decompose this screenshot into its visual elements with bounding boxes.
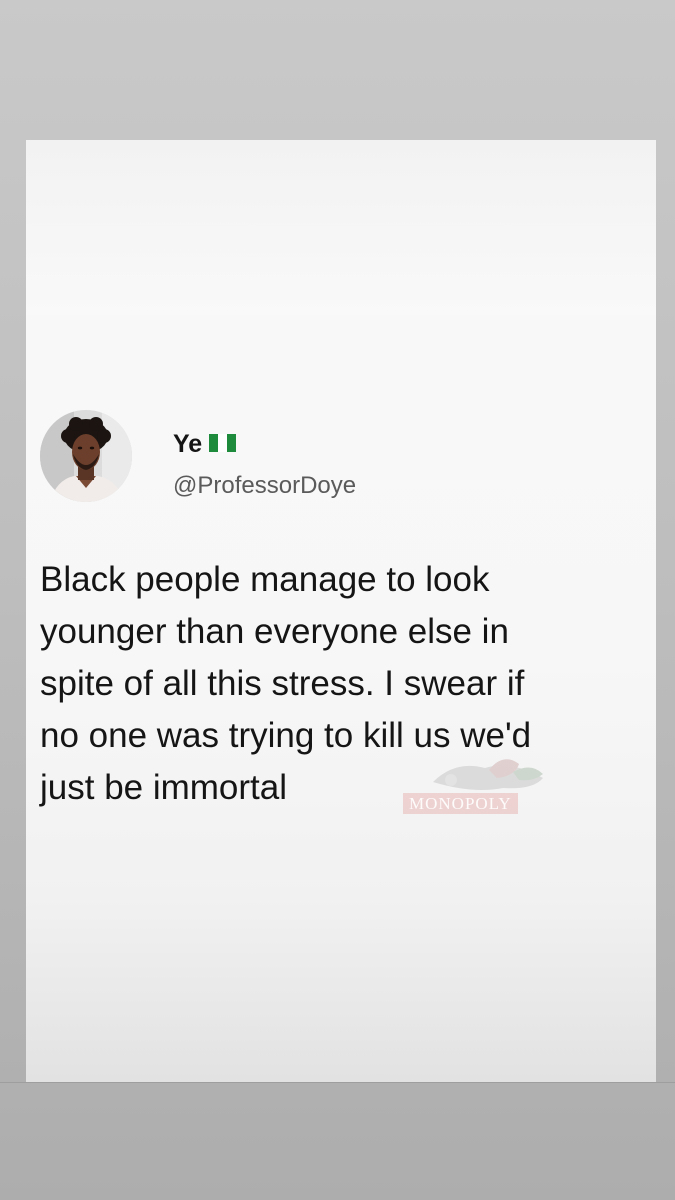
nigeria-flag-icon bbox=[209, 433, 237, 457]
tweet-text-line: spite of all this stress. I swear if bbox=[40, 664, 525, 703]
avatar[interactable] bbox=[40, 410, 132, 502]
tweet-text-line: Black people manage to look bbox=[40, 560, 490, 599]
tweet-text-line: younger than everyone else in bbox=[40, 612, 509, 651]
monopoly-watermark: MONOPOLY bbox=[403, 793, 518, 814]
card-top-band bbox=[26, 140, 656, 315]
display-name[interactable]: Ye bbox=[173, 430, 202, 459]
story-bottom-divider bbox=[0, 1082, 675, 1083]
display-name-row[interactable]: Ye bbox=[173, 427, 237, 461]
user-handle[interactable]: @ProfessorDoye bbox=[173, 472, 356, 500]
profile-photo-icon bbox=[40, 410, 132, 502]
